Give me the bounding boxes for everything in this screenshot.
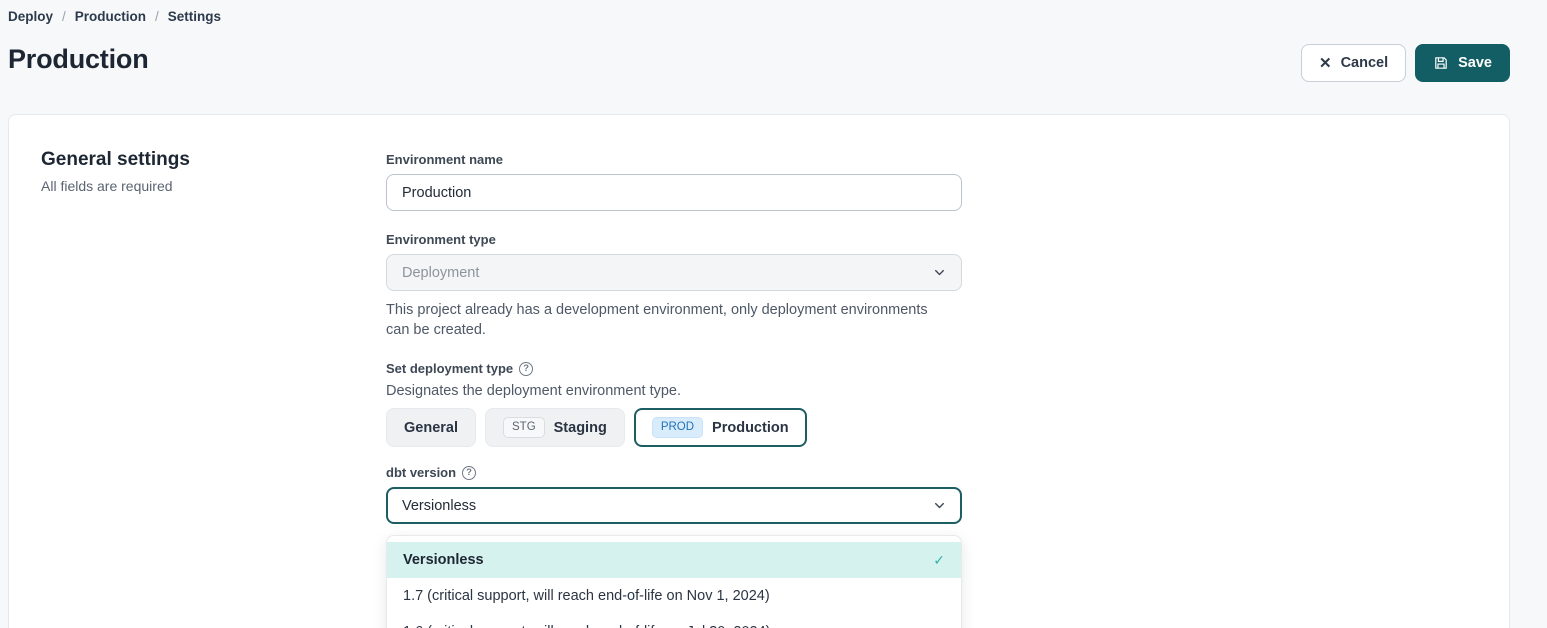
deployment-type-label: Set deployment type (386, 361, 513, 376)
prod-badge: PROD (652, 417, 703, 438)
save-icon (1433, 55, 1449, 71)
help-icon[interactable]: ? (519, 362, 533, 376)
cancel-button-label: Cancel (1341, 55, 1389, 71)
help-icon[interactable]: ? (462, 466, 476, 480)
dbt-version-option-versionless[interactable]: Versionless ✓ (387, 542, 961, 578)
section-intro: General settings All fields are required (41, 147, 386, 628)
close-icon: ✕ (1319, 56, 1332, 71)
page-title: Production (8, 44, 149, 75)
stg-badge: STG (503, 417, 545, 438)
breadcrumb-separator: / (62, 9, 66, 24)
cancel-button[interactable]: ✕ Cancel (1301, 44, 1406, 82)
deployment-type-staging-label: Staging (554, 420, 607, 436)
dbt-version-dropdown: Versionless ✓ 1.7 (critical support, wil… (386, 535, 962, 628)
environment-type-label: Environment type (386, 232, 962, 247)
deployment-type-production-label: Production (712, 420, 789, 436)
save-button[interactable]: Save (1415, 44, 1510, 82)
deployment-type-production-button[interactable]: PROD Production (634, 408, 807, 447)
settings-form: Environment name Environment type Deploy… (386, 147, 962, 628)
environment-type-group: Environment type Deployment This project… (386, 232, 962, 340)
environment-name-input[interactable] (386, 174, 962, 211)
save-button-label: Save (1458, 55, 1492, 71)
settings-card: General settings All fields are required… (8, 114, 1510, 628)
page: Deploy / Production / Settings Productio… (0, 0, 1547, 628)
environment-type-value: Deployment (402, 265, 479, 281)
environment-type-select: Deployment (386, 254, 962, 291)
header-actions: ✕ Cancel Save (1301, 44, 1510, 82)
deployment-type-general-button[interactable]: General (386, 408, 476, 447)
chevron-down-icon (933, 266, 946, 279)
breadcrumb-production[interactable]: Production (75, 9, 146, 24)
environment-name-group: Environment name (386, 152, 962, 211)
deployment-type-options: General STG Staging PROD Production (386, 408, 962, 447)
option-label: Versionless (403, 552, 484, 568)
breadcrumb-separator: / (155, 9, 159, 24)
dbt-version-value: Versionless (402, 498, 476, 514)
breadcrumb-deploy[interactable]: Deploy (8, 9, 53, 24)
breadcrumb: Deploy / Production / Settings (8, 9, 221, 24)
section-title: General settings (41, 149, 386, 171)
deployment-type-staging-button[interactable]: STG Staging (485, 408, 625, 447)
option-label: 1.6 (critical support, will reach end-of… (403, 624, 771, 628)
section-subtitle: All fields are required (41, 178, 386, 194)
deployment-type-general-label: General (404, 420, 458, 436)
environment-name-label: Environment name (386, 152, 962, 167)
environment-type-helper: This project already has a development e… (386, 300, 934, 340)
dbt-version-option-1-7[interactable]: 1.7 (critical support, will reach end-of… (387, 578, 961, 614)
deployment-type-group: Set deployment type ? Designates the dep… (386, 361, 962, 447)
dbt-version-group: dbt version ? Versionless Versionless ✓ (386, 465, 962, 628)
chevron-down-icon (933, 499, 946, 512)
dbt-version-select[interactable]: Versionless (386, 487, 962, 524)
check-icon: ✓ (933, 552, 945, 569)
breadcrumb-settings: Settings (168, 9, 221, 24)
option-label: 1.7 (critical support, will reach end-of… (403, 588, 770, 604)
dbt-version-label: dbt version (386, 465, 456, 480)
dbt-version-option-1-6[interactable]: 1.6 (critical support, will reach end-of… (387, 614, 961, 628)
deployment-type-description: Designates the deployment environment ty… (386, 383, 962, 399)
